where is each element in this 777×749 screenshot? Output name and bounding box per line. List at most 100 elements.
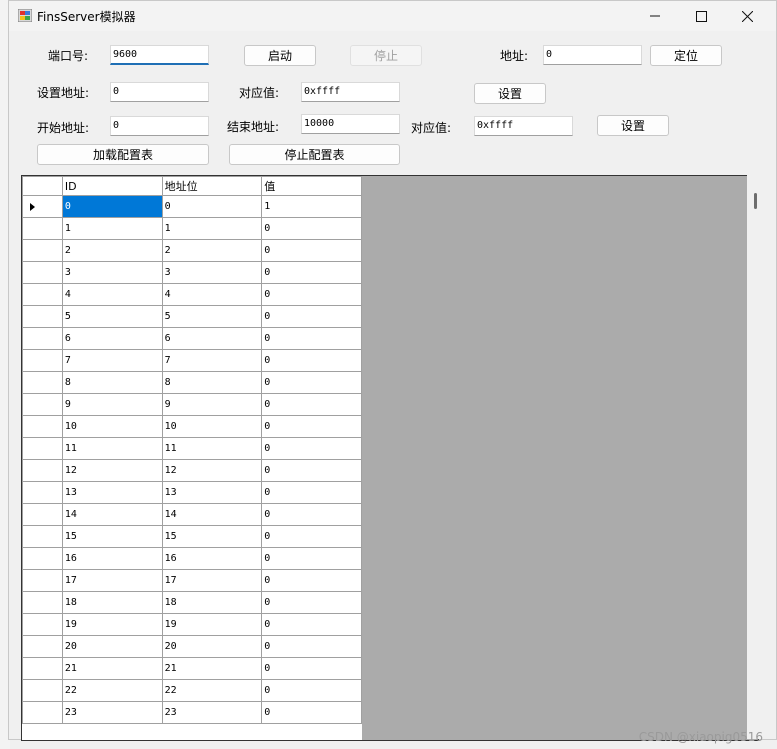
cell-id[interactable]: 8 xyxy=(61,371,163,394)
cell-id[interactable]: 7 xyxy=(61,349,163,372)
table-row[interactable]: 660 xyxy=(22,327,362,350)
cell-id[interactable]: 22 xyxy=(61,679,163,702)
cell-value[interactable]: 0 xyxy=(261,701,362,724)
cell-address[interactable]: 13 xyxy=(161,481,263,504)
table-row[interactable]: 22 22 0 xyxy=(22,679,362,702)
cell-value[interactable]: 0 xyxy=(261,481,362,504)
set-range-button[interactable]: 设置 xyxy=(597,115,669,136)
data-grid[interactable]: ID 地址位 值 0011102203304405506607708809901… xyxy=(21,175,759,741)
cell-value[interactable]: 0 xyxy=(261,393,362,416)
cell-value[interactable]: 1 xyxy=(261,195,362,218)
port-input[interactable]: 9600 xyxy=(110,45,209,65)
table-row[interactable]: 001 xyxy=(22,195,362,218)
cell-id[interactable]: 15 xyxy=(61,525,163,548)
cell-address[interactable]: 7 xyxy=(161,349,263,372)
maximize-button[interactable] xyxy=(678,1,724,31)
cell-address[interactable]: 2 xyxy=(161,239,263,262)
cell-address[interactable]: 12 xyxy=(161,459,263,482)
row-header[interactable] xyxy=(22,371,63,394)
table-row[interactable]: 550 xyxy=(22,305,362,328)
row-header[interactable] xyxy=(22,327,63,350)
cell-address[interactable]: 8 xyxy=(161,371,263,394)
start-button[interactable]: 启动 xyxy=(244,45,316,66)
row-header[interactable] xyxy=(22,679,63,702)
cell-address[interactable]: 18 xyxy=(161,591,263,614)
cell-address[interactable]: 22 xyxy=(161,679,263,702)
stop-button[interactable]: 停止 xyxy=(350,45,422,66)
cell-address[interactable]: 19 xyxy=(161,613,263,636)
cell-address[interactable]: 11 xyxy=(161,437,263,460)
cell-id[interactable]: 3 xyxy=(61,261,163,284)
cell-address[interactable]: 21 xyxy=(161,657,263,680)
cell-id[interactable]: 11 xyxy=(61,437,163,460)
cell-address[interactable]: 15 xyxy=(161,525,263,548)
cell-id[interactable]: 1 xyxy=(61,217,163,240)
cell-value[interactable]: 0 xyxy=(261,349,362,372)
set-value-button[interactable]: 设置 xyxy=(474,83,546,104)
row-header[interactable] xyxy=(22,305,63,328)
cell-address[interactable]: 23 xyxy=(161,701,263,724)
cell-address[interactable]: 5 xyxy=(161,305,263,328)
cell-id[interactable]: 13 xyxy=(61,481,163,504)
row-header[interactable] xyxy=(22,591,63,614)
cell-id[interactable]: 14 xyxy=(61,503,163,526)
row-header[interactable] xyxy=(22,481,63,504)
cell-id[interactable]: 9 xyxy=(61,393,163,416)
cell-value[interactable]: 0 xyxy=(261,635,362,658)
cell-id[interactable]: 18 xyxy=(61,591,163,614)
table-row[interactable]: 12 12 0 xyxy=(22,459,362,482)
table-row[interactable]: 23 23 0 xyxy=(22,701,362,724)
column-header-address[interactable]: 地址位 xyxy=(161,176,263,196)
cell-id[interactable]: 4 xyxy=(61,283,163,306)
cell-id[interactable]: 12 xyxy=(61,459,163,482)
cell-value[interactable]: 0 xyxy=(261,371,362,394)
end-address-input[interactable]: 10000 xyxy=(301,114,400,134)
row-header[interactable] xyxy=(22,217,63,240)
cell-value[interactable]: 0 xyxy=(261,547,362,570)
row-header[interactable] xyxy=(22,393,63,416)
cell-address[interactable]: 3 xyxy=(161,261,263,284)
table-row[interactable]: 990 xyxy=(22,393,362,416)
row-header[interactable] xyxy=(22,437,63,460)
table-row[interactable]: 20 20 0 xyxy=(22,635,362,658)
cell-address[interactable]: 16 xyxy=(161,547,263,570)
row-header[interactable] xyxy=(22,569,63,592)
cell-value[interactable]: 0 xyxy=(261,525,362,548)
cell-value[interactable]: 0 xyxy=(261,679,362,702)
load-config-button[interactable]: 加载配置表 xyxy=(37,144,209,165)
row-header[interactable] xyxy=(22,503,63,526)
cell-value[interactable]: 0 xyxy=(261,503,362,526)
cell-value[interactable]: 0 xyxy=(261,415,362,438)
cell-value[interactable]: 0 xyxy=(261,459,362,482)
table-row[interactable]: 21 21 0 xyxy=(22,657,362,680)
table-row[interactable]: 11 11 0 xyxy=(22,437,362,460)
row-header[interactable] xyxy=(22,657,63,680)
address-input[interactable]: 0 xyxy=(543,45,642,65)
table-row[interactable]: 110 xyxy=(22,217,362,240)
locate-button[interactable]: 定位 xyxy=(650,45,722,66)
table-row[interactable]: 19 19 0 xyxy=(22,613,362,636)
cell-id[interactable]: 17 xyxy=(61,569,163,592)
cell-value[interactable]: 0 xyxy=(261,283,362,306)
cell-value[interactable]: 0 xyxy=(261,437,362,460)
cell-address[interactable]: 0 xyxy=(161,195,263,218)
cell-id[interactable]: 6 xyxy=(61,327,163,350)
column-header-id[interactable]: ID xyxy=(61,176,163,196)
table-row[interactable]: 440 xyxy=(22,283,362,306)
close-button[interactable] xyxy=(724,1,770,31)
table-row[interactable]: 220 xyxy=(22,239,362,262)
table-row[interactable]: 18 18 0 xyxy=(22,591,362,614)
cell-address[interactable]: 1 xyxy=(161,217,263,240)
row-header[interactable] xyxy=(22,415,63,438)
cell-id[interactable]: 16 xyxy=(61,547,163,570)
cell-id[interactable]: 20 xyxy=(61,635,163,658)
table-row[interactable]: 10 10 0 xyxy=(22,415,362,438)
cell-value[interactable]: 0 xyxy=(261,657,362,680)
start-address-input[interactable]: 0 xyxy=(110,116,209,136)
row-header[interactable] xyxy=(22,459,63,482)
row-header[interactable] xyxy=(22,547,63,570)
row-header[interactable] xyxy=(22,349,63,372)
cell-address[interactable]: 14 xyxy=(161,503,263,526)
table-row[interactable]: 330 xyxy=(22,261,362,284)
table-row[interactable]: 14 14 0 xyxy=(22,503,362,526)
